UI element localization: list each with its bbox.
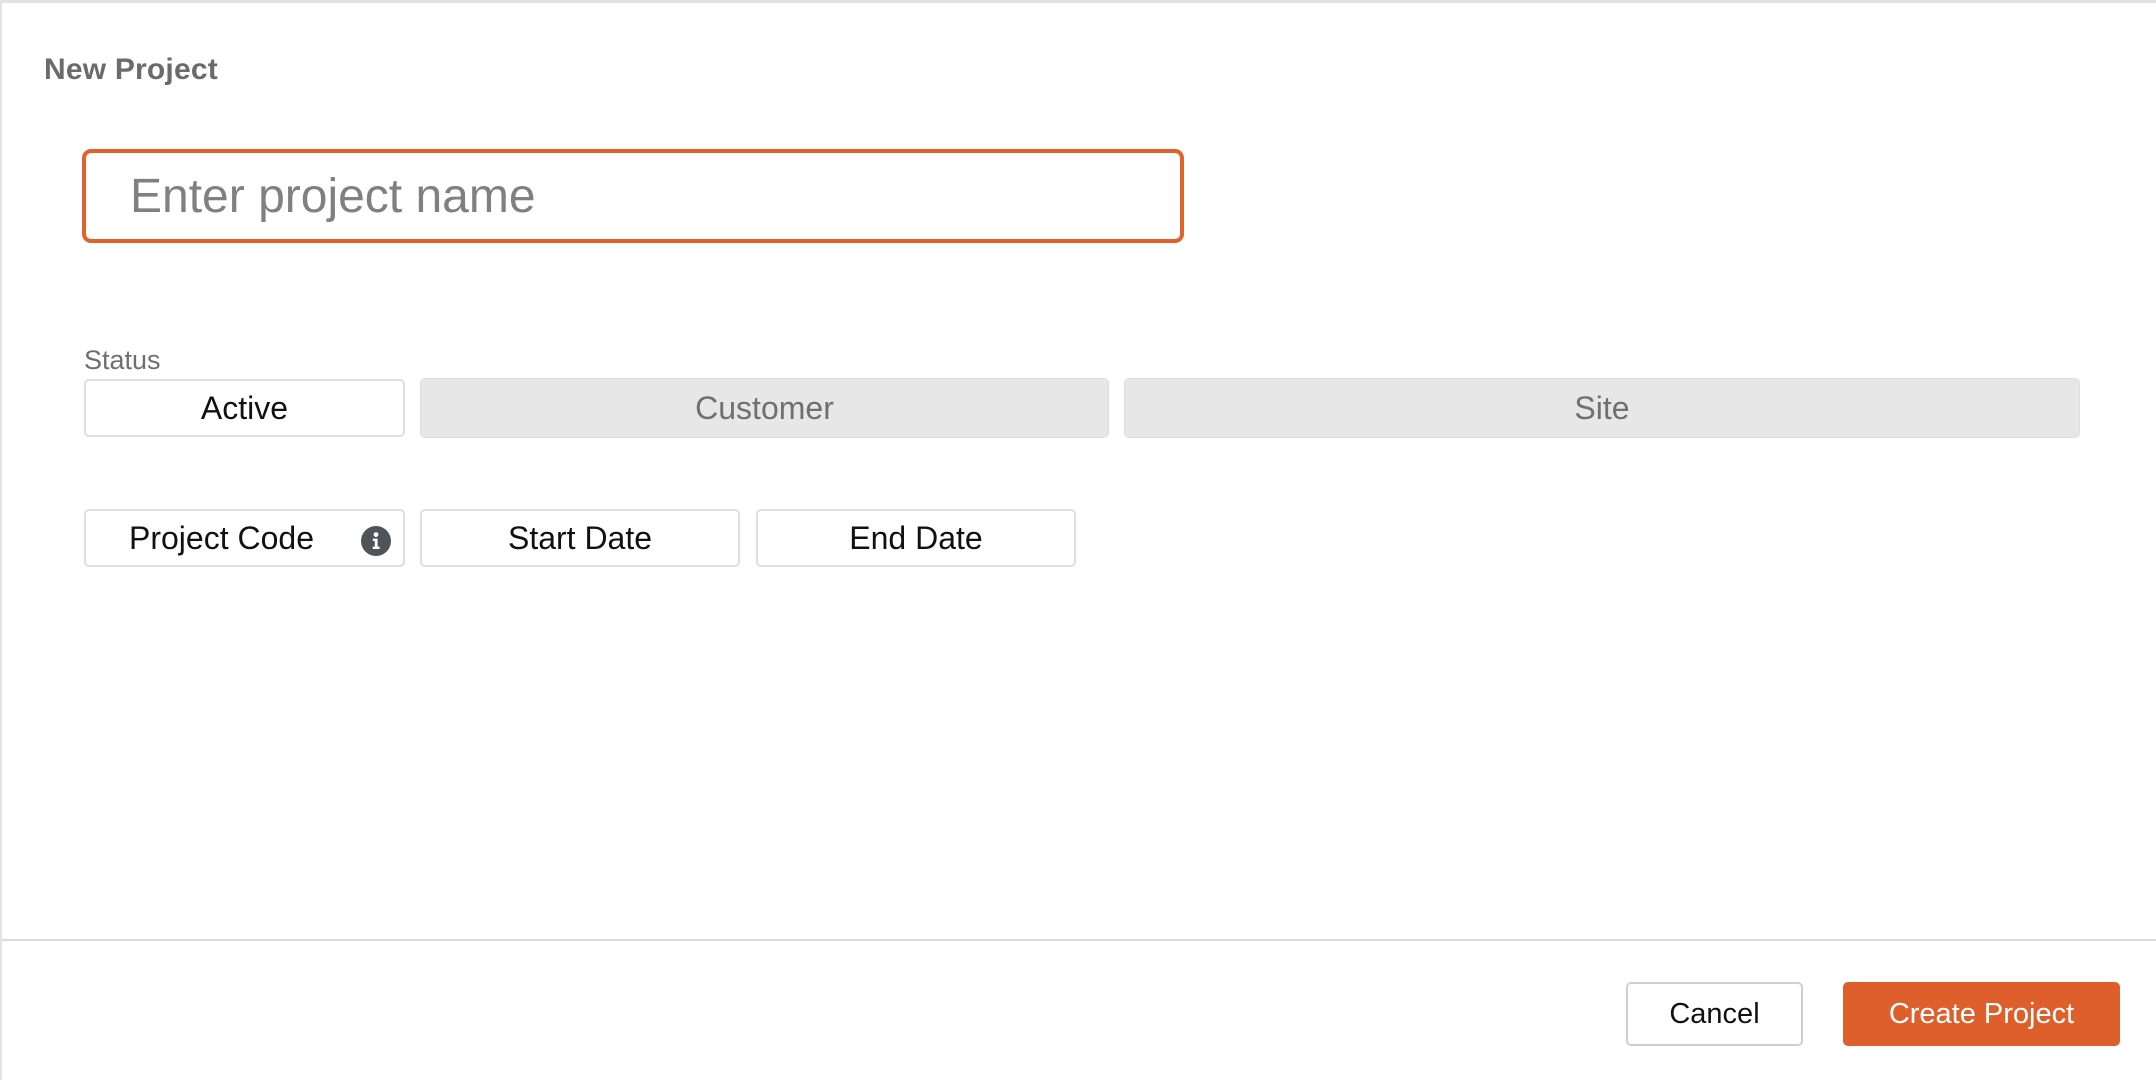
project-code-field[interactable]: Project Code [84, 509, 405, 567]
start-date-field[interactable]: Start Date [420, 509, 740, 567]
cancel-button[interactable]: Cancel [1626, 982, 1803, 1046]
project-name-input[interactable] [82, 149, 1184, 243]
status-select[interactable]: Active [84, 379, 405, 437]
dialog-title: New Project [44, 53, 218, 86]
cancel-button-label: Cancel [1669, 997, 1760, 1030]
end-date-field[interactable]: End Date [756, 509, 1076, 567]
end-date-label: End Date [849, 519, 983, 556]
status-value: Active [200, 389, 289, 426]
customer-select[interactable]: Customer [420, 378, 1109, 438]
start-date-label: Start Date [507, 519, 653, 556]
customer-label: Customer [695, 389, 834, 426]
info-icon-glyph [372, 532, 380, 549]
site-select[interactable]: Site [1124, 378, 2080, 438]
info-icon[interactable] [361, 526, 391, 556]
project-code-label: Project Code [129, 519, 314, 556]
footer-divider [2, 939, 2156, 941]
status-label: Status [84, 345, 161, 375]
create-project-button[interactable]: Create Project [1843, 982, 2120, 1046]
site-label: Site [1574, 389, 1630, 426]
create-project-button-label: Create Project [1888, 997, 2075, 1030]
new-project-dialog: New Project Status Active Customer Site … [0, 0, 2156, 1080]
